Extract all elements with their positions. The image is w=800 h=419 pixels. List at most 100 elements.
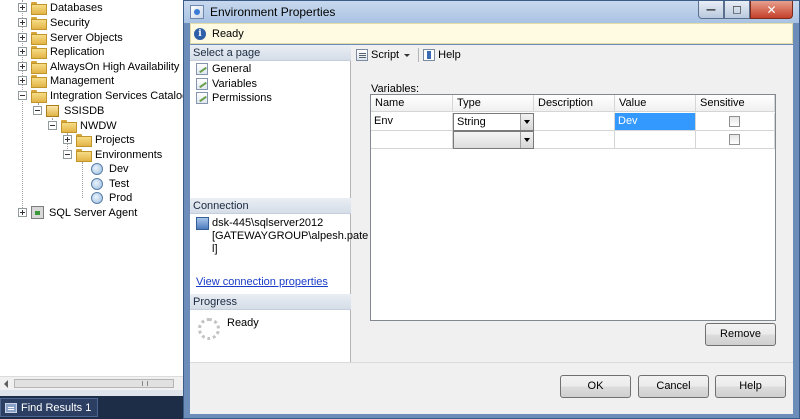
tree-node-prod[interactable]: Prod (91, 190, 132, 205)
tree-node-replication[interactable]: Replication (18, 44, 104, 59)
tree-node-alwayson[interactable]: AlwaysOn High Availability (18, 59, 179, 74)
sensitive-checkbox[interactable] (729, 116, 740, 127)
script-icon (356, 49, 368, 61)
collapse-icon[interactable] (18, 91, 27, 100)
page-item-general[interactable]: General (196, 61, 251, 76)
tree-node-label: Test (109, 177, 130, 190)
cell-sensitive[interactable] (696, 113, 775, 131)
tree-node-databases[interactable]: Databases (18, 0, 103, 15)
tree-node-projects[interactable]: Projects (63, 132, 135, 147)
dialog-title-bar[interactable]: Environment Properties — □ ✕ (184, 1, 799, 23)
page-item-label: Permissions (212, 91, 272, 104)
folder-icon (31, 46, 47, 59)
cell-value[interactable] (615, 131, 696, 149)
collapse-icon[interactable] (63, 150, 72, 159)
tree-node-ssisdb[interactable]: SSISDB (33, 103, 104, 118)
tree-node-label: Projects (95, 133, 135, 146)
tree-node-test[interactable]: Test (91, 176, 129, 191)
script-button[interactable]: Script (356, 49, 411, 61)
page-item-label: Variables (212, 77, 258, 90)
ssisdb-icon (46, 104, 59, 117)
status-text: Ready (212, 27, 244, 40)
expand-icon[interactable] (18, 33, 27, 42)
column-header-value[interactable]: Value (615, 95, 696, 112)
tree-node-server-objects[interactable]: Server Objects (18, 30, 123, 45)
tree-node-integration-services-catalogs[interactable]: Integration Services Catalogs (18, 88, 183, 103)
tree-node-sql-server-agent[interactable]: SQL Server Agent (18, 205, 137, 220)
expand-icon[interactable] (18, 62, 27, 71)
cancel-button[interactable]: Cancel (638, 375, 709, 398)
scroll-left-icon[interactable] (4, 380, 8, 388)
type-dropdown[interactable] (453, 131, 534, 149)
remove-button[interactable]: Remove (705, 323, 776, 346)
tree-node-dev[interactable]: Dev (91, 161, 129, 176)
environment-icon (91, 191, 103, 204)
environment-properties-dialog: Environment Properties — □ ✕ i Ready Sel… (183, 0, 800, 419)
expand-icon[interactable] (18, 18, 27, 27)
tree-node-environments[interactable]: Environments (63, 147, 162, 162)
expand-icon[interactable] (18, 76, 27, 85)
column-header-type[interactable]: Type (453, 95, 534, 112)
page-item-permissions[interactable]: Permissions (196, 90, 272, 105)
close-button[interactable]: ✕ (750, 1, 793, 19)
type-dropdown[interactable]: String (453, 113, 534, 131)
cell-value[interactable]: Dev (615, 113, 696, 131)
tree-node-security[interactable]: Security (18, 15, 90, 30)
tree-node-label: Management (50, 74, 115, 87)
sensitive-checkbox[interactable] (729, 134, 740, 145)
environment-icon (91, 177, 103, 190)
variables-grid[interactable]: Name Type Description Value Sensitive En… (370, 94, 776, 321)
column-header-sensitive[interactable]: Sensitive (696, 95, 775, 112)
progress-status: Ready (227, 317, 259, 329)
maximize-button[interactable]: □ (724, 1, 750, 19)
scrollbar-thumb[interactable] (14, 379, 174, 388)
view-connection-properties-link[interactable]: View connection properties (196, 276, 328, 288)
collapse-icon[interactable] (48, 121, 57, 130)
tree-line (82, 162, 83, 198)
select-page-header: Select a page (190, 45, 351, 61)
cell-description[interactable] (534, 131, 615, 149)
tree-node-label: Server Objects (50, 31, 123, 44)
tree-node-label: Security (50, 16, 90, 29)
column-header-description[interactable]: Description (534, 95, 615, 112)
connection-server: dsk-445\sqlserver2012 (212, 217, 324, 229)
tree-node-management[interactable]: Management (18, 73, 114, 88)
cell-name[interactable] (371, 131, 453, 149)
info-icon: i (194, 27, 206, 40)
page-item-variables[interactable]: Variables (196, 76, 257, 91)
progress-header: Progress (190, 294, 351, 310)
tree-node-label: Environments (95, 148, 163, 161)
minimize-button[interactable]: — (698, 1, 724, 19)
column-header-name[interactable]: Name (371, 95, 453, 112)
help-button[interactable]: Help (715, 375, 786, 398)
object-explorer-tree: Databases Security Server Objects Replic… (0, 0, 183, 376)
collapse-icon[interactable] (33, 106, 42, 115)
close-icon: ✕ (766, 2, 777, 17)
expand-icon[interactable] (18, 47, 27, 56)
help-toolbar-button[interactable]: Help (423, 49, 461, 61)
dialog-button-bar: OK Cancel Help (190, 362, 793, 414)
tree-node-nwdw[interactable]: NWDW (48, 118, 117, 133)
cell-name[interactable]: Env (371, 113, 453, 131)
toolbar-separator (418, 48, 420, 62)
chevron-down-icon[interactable] (404, 53, 411, 57)
tree-node-label: Integration Services Catalogs (50, 89, 183, 102)
chevron-down-icon[interactable] (520, 132, 533, 148)
chevron-down-icon[interactable] (520, 114, 533, 130)
explorer-horizontal-scrollbar[interactable] (0, 376, 183, 390)
expand-icon[interactable] (18, 3, 27, 12)
expand-icon[interactable] (18, 208, 27, 217)
page-icon (196, 62, 208, 75)
maximize-icon: □ (732, 4, 742, 15)
page-selector-pane: Select a page General Variables Permissi… (190, 45, 368, 362)
cell-sensitive[interactable] (696, 131, 775, 149)
cell-description[interactable] (534, 113, 615, 131)
connection-header: Connection (190, 198, 351, 214)
expand-icon[interactable] (63, 135, 72, 144)
tree-node-label: Databases (50, 1, 103, 14)
find-results-tab[interactable]: Find Results 1 (0, 398, 99, 417)
folder-icon (31, 17, 47, 30)
find-results-label: Find Results 1 (21, 401, 92, 414)
scrollbar-grip-icon (142, 381, 148, 386)
ok-button[interactable]: OK (560, 375, 631, 398)
